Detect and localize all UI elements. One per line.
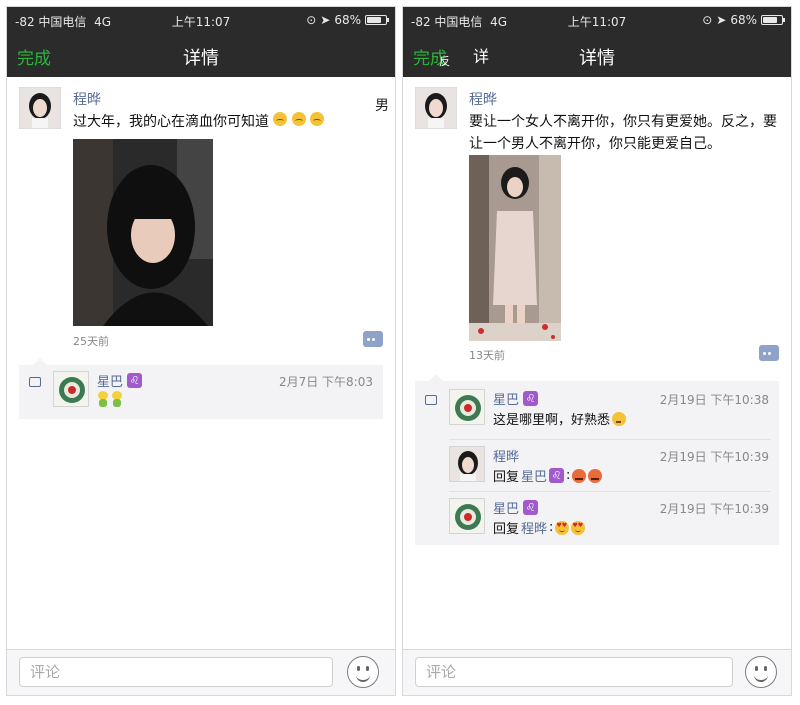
angry-emoji-icon bbox=[588, 468, 603, 483]
page-title: 详情 bbox=[579, 48, 615, 69]
comment-text: 这是哪里啊，好熟悉 bbox=[493, 409, 627, 428]
commenter-name-text: 星巴 bbox=[97, 375, 124, 390]
post-text: 要让一个女人不离开你，你只有更爱她。反之，要让一个男人不离开你，你只能更爱自己。 bbox=[469, 114, 777, 152]
crying-emoji-icon bbox=[273, 112, 288, 126]
comment-bubble-icon bbox=[29, 377, 41, 387]
heart-eyes-emoji-icon bbox=[571, 520, 586, 535]
status-right: ⊙ ➤ 68% bbox=[702, 13, 785, 27]
selfie-photo bbox=[73, 139, 213, 326]
battery-percent: 68% bbox=[730, 13, 757, 27]
page-title: 详情 bbox=[183, 48, 219, 69]
angry-emoji-icon bbox=[572, 468, 587, 483]
comment-text: 回复 程晔 : bbox=[493, 518, 586, 537]
comment-input-bar bbox=[7, 649, 395, 695]
comment-row[interactable]: 星巴 ♌ 2月19日 下午10:39 回复 程晔 : bbox=[449, 491, 771, 543]
post-time: 25天前 bbox=[73, 335, 109, 348]
battery-percent: 68% bbox=[334, 13, 361, 27]
status-bar: -82 中国电信 4G 上午11:07 ⊙ ➤ 68% bbox=[403, 7, 791, 33]
commenter-name[interactable]: 程晔 bbox=[493, 446, 519, 465]
comment-time: 2月19日 下午10:38 bbox=[659, 393, 769, 407]
commenter-avatar-photo bbox=[54, 372, 88, 406]
battery-fill bbox=[367, 17, 381, 23]
author-name[interactable]: 程晔 bbox=[73, 89, 101, 109]
post-text-content: 过大年，我的心在滴血你可知道 bbox=[73, 114, 269, 130]
emoji-button[interactable] bbox=[745, 656, 777, 688]
battery-fill bbox=[763, 17, 777, 23]
comment-bubble-icon bbox=[425, 395, 437, 405]
comment-input[interactable] bbox=[415, 657, 733, 687]
commenter-name[interactable]: 星巴 ♌ bbox=[97, 371, 143, 390]
commenter-name[interactable]: 星巴 ♌ bbox=[493, 498, 539, 517]
right-phone-screen: -82 中国电信 4G 上午11:07 ⊙ ➤ 68% 完成 详 反 详情 程晔… bbox=[402, 6, 792, 696]
author-name[interactable]: 程晔 bbox=[469, 89, 497, 109]
comment-list: 星巴 ♌ 2月19日 下午10:38 这是哪里啊，好熟悉 程晔 2月19日 下午… bbox=[415, 374, 779, 545]
avatar-photo bbox=[20, 88, 60, 128]
battery-icon bbox=[761, 15, 785, 25]
commenter-avatar-photo bbox=[450, 447, 484, 481]
comment-text: 回复 星巴 ♌ : bbox=[493, 466, 603, 485]
moment-detail: 程晔 过大年，我的心在滴血你可知道 25天前 星巴 ♌ 2月7日 下午8:03 … bbox=[7, 77, 395, 649]
leo-zodiac-icon: ♌ bbox=[523, 500, 539, 515]
bee-emoji-icon bbox=[111, 391, 123, 407]
post-photo[interactable] bbox=[73, 139, 213, 326]
emoji-button[interactable] bbox=[347, 656, 379, 688]
post-text: 过大年，我的心在滴血你可知道 bbox=[73, 111, 385, 133]
leo-zodiac-icon: ♌ bbox=[523, 391, 539, 406]
crying-emoji-icon bbox=[310, 112, 325, 126]
leo-zodiac-icon: ♌ bbox=[549, 468, 565, 483]
author-avatar[interactable] bbox=[19, 87, 61, 129]
commenter-avatar[interactable] bbox=[449, 498, 485, 534]
commenter-avatar[interactable] bbox=[449, 446, 485, 482]
author-avatar[interactable] bbox=[415, 87, 457, 129]
commenter-name-text: 星巴 bbox=[493, 393, 520, 408]
post-time: 13天前 bbox=[469, 349, 505, 362]
comment-row[interactable]: 程晔 2月19日 下午10:39 回复 星巴 ♌ : bbox=[449, 439, 771, 491]
mirror-selfie-photo bbox=[469, 155, 561, 341]
comment-icon[interactable] bbox=[363, 331, 383, 347]
leo-zodiac-icon: ♌ bbox=[127, 373, 143, 388]
nav-bar: 完成 详 反 详情 bbox=[403, 33, 791, 77]
post-photo[interactable] bbox=[469, 155, 561, 341]
reply-target-name[interactable]: 程晔 bbox=[521, 518, 547, 537]
comment-list: 星巴 ♌ 2月7日 下午8:03 bbox=[19, 358, 383, 419]
comment-text bbox=[97, 391, 123, 407]
reply-colon: : bbox=[566, 468, 571, 483]
comment-time: 2月19日 下午10:39 bbox=[659, 450, 769, 464]
comment-icon[interactable] bbox=[759, 345, 779, 361]
comment-row[interactable]: 星巴 ♌ 2月7日 下午8:03 bbox=[53, 365, 375, 417]
left-phone-screen: -82 中国电信 4G 上午11:07 ⊙ ➤ 68% 完成 详情 程晔 过大年… bbox=[6, 6, 396, 696]
commenter-avatar[interactable] bbox=[449, 389, 485, 425]
comment-row[interactable]: 星巴 ♌ 2月19日 下午10:38 这是哪里啊，好熟悉 bbox=[449, 383, 771, 435]
reply-prefix: 回复 bbox=[493, 522, 520, 537]
moment-detail: 程晔 要让一个女人不离开你，你只有更爱她。反之，要让一个男人不离开你，你只能更爱… bbox=[403, 77, 791, 649]
crying-emoji-icon bbox=[291, 112, 306, 126]
location-arrow-icon: ➤ bbox=[716, 13, 727, 27]
battery-icon bbox=[365, 15, 389, 25]
thinking-emoji-icon bbox=[612, 411, 627, 426]
heart-eyes-emoji-icon bbox=[555, 520, 570, 535]
lock-rotation-icon: ⊙ bbox=[306, 13, 317, 27]
commenter-name-text: 星巴 bbox=[493, 502, 520, 517]
avatar-photo bbox=[416, 88, 456, 128]
bee-emoji-icon bbox=[97, 391, 109, 407]
comment-text-content: 这是哪里啊，好熟悉 bbox=[493, 413, 611, 428]
reply-colon: : bbox=[549, 520, 554, 535]
commenter-avatar-photo bbox=[450, 499, 484, 533]
location-arrow-icon: ➤ bbox=[320, 13, 331, 27]
comment-time: 2月19日 下午10:39 bbox=[659, 502, 769, 516]
commenter-avatar[interactable] bbox=[53, 371, 89, 407]
comment-input[interactable] bbox=[19, 657, 333, 687]
comment-input-bar bbox=[403, 649, 791, 695]
comment-time: 2月7日 下午8:03 bbox=[278, 375, 373, 389]
status-right: ⊙ ➤ 68% bbox=[306, 13, 389, 27]
reply-target-name[interactable]: 星巴 bbox=[521, 466, 547, 485]
nav-bar: 完成 详情 bbox=[7, 33, 395, 77]
commenter-avatar-photo bbox=[450, 390, 484, 424]
commenter-name[interactable]: 星巴 ♌ bbox=[493, 389, 539, 408]
reply-prefix: 回复 bbox=[493, 470, 520, 485]
status-bar: -82 中国电信 4G 上午11:07 ⊙ ➤ 68% bbox=[7, 7, 395, 33]
lock-rotation-icon: ⊙ bbox=[702, 13, 713, 27]
overlay-character: 男 bbox=[375, 98, 389, 114]
